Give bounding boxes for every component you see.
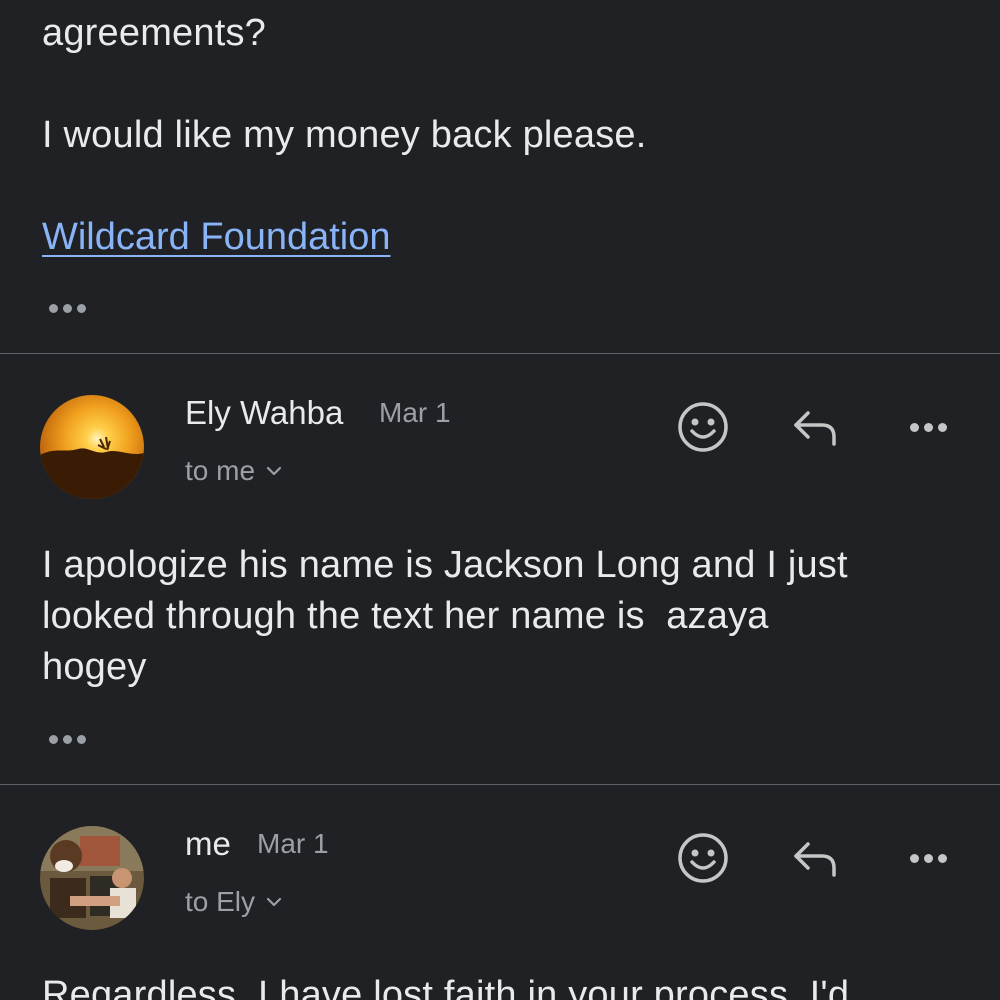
sender-name: Ely Wahba [185,394,344,431]
reply-button[interactable] [785,397,845,457]
message-body-line: Regardless, I have lost faith in your pr… [42,974,850,1000]
show-trimmed-content-button[interactable] [40,726,94,752]
more-options-button[interactable] [898,397,958,457]
more-horizontal-icon [909,422,947,432]
message-body-line: agreements? [42,12,267,54]
recipient-details-toggle[interactable]: to me [185,455,283,487]
message-date: Mar 1 [379,397,451,428]
message-body-line: hogey [42,646,147,688]
sender-name: me [185,825,231,862]
add-reaction-button[interactable] [673,828,733,888]
message-divider [0,353,1000,354]
reply-button[interactable] [785,828,845,888]
add-reaction-button[interactable] [673,397,733,457]
avatar[interactable] [40,395,144,499]
more-horizontal-icon [909,853,947,863]
message-body-line: I apologize his name is Jackson Long and… [42,544,848,586]
more-options-button[interactable] [898,828,958,888]
emoji-smile-icon [678,833,728,883]
reply-arrow-icon [794,842,836,877]
emoji-smile-icon [678,402,728,452]
recipient-label: to Ely [185,886,256,917]
ellipsis-icon [48,303,58,313]
avatar[interactable] [40,826,144,930]
message-body-paragraph: I would like my money back please. [42,114,647,156]
chevron-down-icon [266,466,282,476]
reply-arrow-icon [794,411,836,446]
signature-link[interactable]: Wildcard Foundation [42,212,391,263]
ellipsis-icon [48,734,58,744]
chevron-down-icon [266,897,282,907]
message-divider [0,784,1000,785]
sunset-avatar-image [40,395,144,499]
message-date: Mar 1 [257,828,329,859]
recipient-label: to me [185,455,256,486]
recipient-details-toggle[interactable]: to Ely [185,886,283,918]
person-avatar-image [40,826,144,930]
show-trimmed-content-button[interactable] [40,295,94,321]
message-body-line: looked through the text her name is azay… [42,595,769,637]
